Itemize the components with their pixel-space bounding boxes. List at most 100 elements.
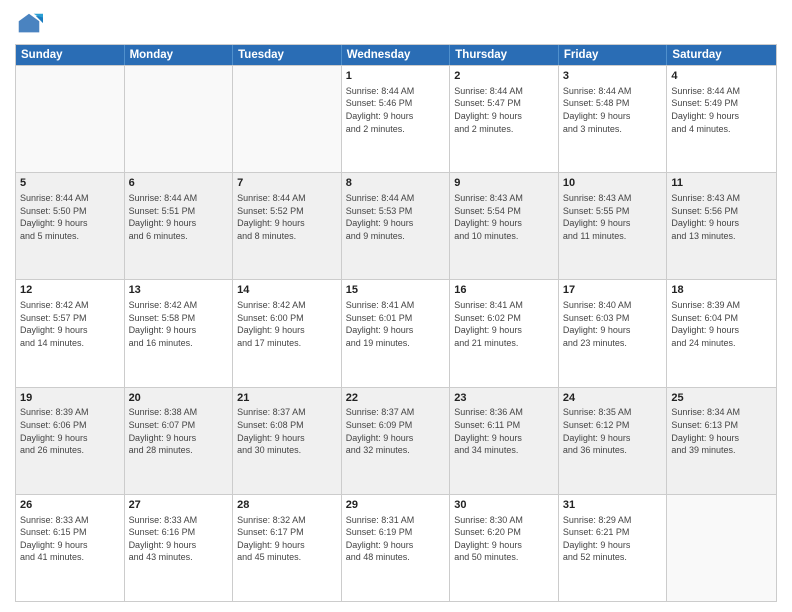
day-number: 22 bbox=[346, 391, 446, 406]
day-number: 4 bbox=[671, 69, 772, 84]
day-cell-27: 27Sunrise: 8:33 AM Sunset: 6:16 PM Dayli… bbox=[125, 495, 234, 601]
day-cell-12: 12Sunrise: 8:42 AM Sunset: 5:57 PM Dayli… bbox=[16, 280, 125, 386]
empty-cell bbox=[233, 66, 342, 172]
day-number: 27 bbox=[129, 498, 229, 513]
day-cell-3: 3Sunrise: 8:44 AM Sunset: 5:48 PM Daylig… bbox=[559, 66, 668, 172]
page: SundayMondayTuesdayWednesdayThursdayFrid… bbox=[0, 0, 792, 612]
day-number: 14 bbox=[237, 283, 337, 298]
empty-cell bbox=[125, 66, 234, 172]
day-cell-13: 13Sunrise: 8:42 AM Sunset: 5:58 PM Dayli… bbox=[125, 280, 234, 386]
day-cell-5: 5Sunrise: 8:44 AM Sunset: 5:50 PM Daylig… bbox=[16, 173, 125, 279]
day-number: 12 bbox=[20, 283, 120, 298]
day-info: Sunrise: 8:43 AM Sunset: 5:54 PM Dayligh… bbox=[454, 192, 554, 242]
day-cell-11: 11Sunrise: 8:43 AM Sunset: 5:56 PM Dayli… bbox=[667, 173, 776, 279]
day-cell-30: 30Sunrise: 8:30 AM Sunset: 6:20 PM Dayli… bbox=[450, 495, 559, 601]
day-cell-19: 19Sunrise: 8:39 AM Sunset: 6:06 PM Dayli… bbox=[16, 388, 125, 494]
day-info: Sunrise: 8:37 AM Sunset: 6:08 PM Dayligh… bbox=[237, 406, 337, 456]
calendar: SundayMondayTuesdayWednesdayThursdayFrid… bbox=[15, 44, 777, 602]
day-cell-15: 15Sunrise: 8:41 AM Sunset: 6:01 PM Dayli… bbox=[342, 280, 451, 386]
day-number: 7 bbox=[237, 176, 337, 191]
day-header-tuesday: Tuesday bbox=[233, 45, 342, 65]
day-info: Sunrise: 8:43 AM Sunset: 5:55 PM Dayligh… bbox=[563, 192, 663, 242]
day-info: Sunrise: 8:38 AM Sunset: 6:07 PM Dayligh… bbox=[129, 406, 229, 456]
day-info: Sunrise: 8:44 AM Sunset: 5:48 PM Dayligh… bbox=[563, 85, 663, 135]
day-info: Sunrise: 8:39 AM Sunset: 6:06 PM Dayligh… bbox=[20, 406, 120, 456]
day-cell-14: 14Sunrise: 8:42 AM Sunset: 6:00 PM Dayli… bbox=[233, 280, 342, 386]
day-number: 26 bbox=[20, 498, 120, 513]
day-cell-9: 9Sunrise: 8:43 AM Sunset: 5:54 PM Daylig… bbox=[450, 173, 559, 279]
day-info: Sunrise: 8:41 AM Sunset: 6:02 PM Dayligh… bbox=[454, 299, 554, 349]
day-info: Sunrise: 8:42 AM Sunset: 5:58 PM Dayligh… bbox=[129, 299, 229, 349]
day-info: Sunrise: 8:33 AM Sunset: 6:16 PM Dayligh… bbox=[129, 514, 229, 564]
day-number: 31 bbox=[563, 498, 663, 513]
day-number: 29 bbox=[346, 498, 446, 513]
day-cell-21: 21Sunrise: 8:37 AM Sunset: 6:08 PM Dayli… bbox=[233, 388, 342, 494]
day-cell-20: 20Sunrise: 8:38 AM Sunset: 6:07 PM Dayli… bbox=[125, 388, 234, 494]
day-number: 15 bbox=[346, 283, 446, 298]
day-info: Sunrise: 8:44 AM Sunset: 5:53 PM Dayligh… bbox=[346, 192, 446, 242]
day-number: 25 bbox=[671, 391, 772, 406]
day-number: 2 bbox=[454, 69, 554, 84]
empty-cell bbox=[16, 66, 125, 172]
day-number: 9 bbox=[454, 176, 554, 191]
day-info: Sunrise: 8:33 AM Sunset: 6:15 PM Dayligh… bbox=[20, 514, 120, 564]
day-header-wednesday: Wednesday bbox=[342, 45, 451, 65]
day-cell-17: 17Sunrise: 8:40 AM Sunset: 6:03 PM Dayli… bbox=[559, 280, 668, 386]
day-header-friday: Friday bbox=[559, 45, 668, 65]
day-info: Sunrise: 8:39 AM Sunset: 6:04 PM Dayligh… bbox=[671, 299, 772, 349]
day-cell-23: 23Sunrise: 8:36 AM Sunset: 6:11 PM Dayli… bbox=[450, 388, 559, 494]
day-info: Sunrise: 8:42 AM Sunset: 5:57 PM Dayligh… bbox=[20, 299, 120, 349]
day-info: Sunrise: 8:37 AM Sunset: 6:09 PM Dayligh… bbox=[346, 406, 446, 456]
week-row-3: 12Sunrise: 8:42 AM Sunset: 5:57 PM Dayli… bbox=[16, 279, 776, 386]
day-header-saturday: Saturday bbox=[667, 45, 776, 65]
day-cell-24: 24Sunrise: 8:35 AM Sunset: 6:12 PM Dayli… bbox=[559, 388, 668, 494]
day-number: 18 bbox=[671, 283, 772, 298]
day-number: 13 bbox=[129, 283, 229, 298]
day-number: 11 bbox=[671, 176, 772, 191]
logo bbox=[15, 10, 47, 38]
day-number: 3 bbox=[563, 69, 663, 84]
day-info: Sunrise: 8:44 AM Sunset: 5:52 PM Dayligh… bbox=[237, 192, 337, 242]
day-number: 17 bbox=[563, 283, 663, 298]
day-info: Sunrise: 8:44 AM Sunset: 5:46 PM Dayligh… bbox=[346, 85, 446, 135]
day-info: Sunrise: 8:29 AM Sunset: 6:21 PM Dayligh… bbox=[563, 514, 663, 564]
day-info: Sunrise: 8:36 AM Sunset: 6:11 PM Dayligh… bbox=[454, 406, 554, 456]
day-cell-16: 16Sunrise: 8:41 AM Sunset: 6:02 PM Dayli… bbox=[450, 280, 559, 386]
week-row-4: 19Sunrise: 8:39 AM Sunset: 6:06 PM Dayli… bbox=[16, 387, 776, 494]
day-cell-4: 4Sunrise: 8:44 AM Sunset: 5:49 PM Daylig… bbox=[667, 66, 776, 172]
day-number: 19 bbox=[20, 391, 120, 406]
day-cell-1: 1Sunrise: 8:44 AM Sunset: 5:46 PM Daylig… bbox=[342, 66, 451, 172]
day-info: Sunrise: 8:41 AM Sunset: 6:01 PM Dayligh… bbox=[346, 299, 446, 349]
empty-cell bbox=[667, 495, 776, 601]
day-info: Sunrise: 8:40 AM Sunset: 6:03 PM Dayligh… bbox=[563, 299, 663, 349]
day-cell-28: 28Sunrise: 8:32 AM Sunset: 6:17 PM Dayli… bbox=[233, 495, 342, 601]
day-header-monday: Monday bbox=[125, 45, 234, 65]
day-number: 28 bbox=[237, 498, 337, 513]
day-info: Sunrise: 8:43 AM Sunset: 5:56 PM Dayligh… bbox=[671, 192, 772, 242]
day-number: 6 bbox=[129, 176, 229, 191]
day-cell-7: 7Sunrise: 8:44 AM Sunset: 5:52 PM Daylig… bbox=[233, 173, 342, 279]
day-header-sunday: Sunday bbox=[16, 45, 125, 65]
day-cell-25: 25Sunrise: 8:34 AM Sunset: 6:13 PM Dayli… bbox=[667, 388, 776, 494]
day-info: Sunrise: 8:35 AM Sunset: 6:12 PM Dayligh… bbox=[563, 406, 663, 456]
week-row-2: 5Sunrise: 8:44 AM Sunset: 5:50 PM Daylig… bbox=[16, 172, 776, 279]
day-cell-31: 31Sunrise: 8:29 AM Sunset: 6:21 PM Dayli… bbox=[559, 495, 668, 601]
week-row-5: 26Sunrise: 8:33 AM Sunset: 6:15 PM Dayli… bbox=[16, 494, 776, 601]
calendar-header: SundayMondayTuesdayWednesdayThursdayFrid… bbox=[16, 45, 776, 65]
day-number: 8 bbox=[346, 176, 446, 191]
day-number: 1 bbox=[346, 69, 446, 84]
day-info: Sunrise: 8:44 AM Sunset: 5:50 PM Dayligh… bbox=[20, 192, 120, 242]
day-info: Sunrise: 8:44 AM Sunset: 5:49 PM Dayligh… bbox=[671, 85, 772, 135]
day-number: 10 bbox=[563, 176, 663, 191]
day-info: Sunrise: 8:44 AM Sunset: 5:51 PM Dayligh… bbox=[129, 192, 229, 242]
day-header-thursday: Thursday bbox=[450, 45, 559, 65]
day-cell-26: 26Sunrise: 8:33 AM Sunset: 6:15 PM Dayli… bbox=[16, 495, 125, 601]
header bbox=[15, 10, 777, 38]
calendar-body: 1Sunrise: 8:44 AM Sunset: 5:46 PM Daylig… bbox=[16, 65, 776, 601]
day-info: Sunrise: 8:30 AM Sunset: 6:20 PM Dayligh… bbox=[454, 514, 554, 564]
day-cell-22: 22Sunrise: 8:37 AM Sunset: 6:09 PM Dayli… bbox=[342, 388, 451, 494]
day-info: Sunrise: 8:34 AM Sunset: 6:13 PM Dayligh… bbox=[671, 406, 772, 456]
day-cell-18: 18Sunrise: 8:39 AM Sunset: 6:04 PM Dayli… bbox=[667, 280, 776, 386]
day-cell-29: 29Sunrise: 8:31 AM Sunset: 6:19 PM Dayli… bbox=[342, 495, 451, 601]
week-row-1: 1Sunrise: 8:44 AM Sunset: 5:46 PM Daylig… bbox=[16, 65, 776, 172]
